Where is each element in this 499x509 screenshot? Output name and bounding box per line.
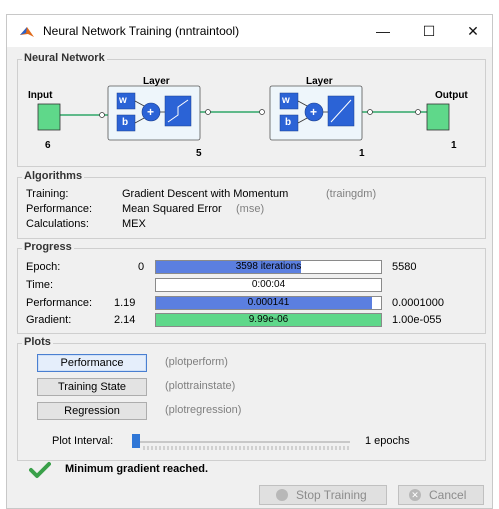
- cancel-label: Cancel: [429, 488, 467, 502]
- status-message: Minimum gradient reached.: [65, 463, 209, 475]
- network-diagram: [37, 85, 450, 141]
- plot-interval-slider[interactable]: [130, 432, 354, 454]
- matlab-logo-icon: [20, 27, 34, 37]
- layer2-sum-icon: +: [310, 105, 318, 119]
- performance-label: Performance:: [26, 297, 93, 309]
- epoch-end: 5580: [392, 261, 417, 273]
- performance-progress-bar: 0.000141: [155, 296, 382, 310]
- algorithms-panel: Algorithms Training: Gradient Descent wi…: [17, 170, 486, 239]
- training-label: Training:: [26, 188, 69, 200]
- close-button[interactable]: ✕: [453, 19, 493, 43]
- input-size: 6: [45, 140, 51, 151]
- stop-training-label: Stop Training: [296, 488, 367, 502]
- progress-panel: Progress Epoch: 0 3598 iterations 5580 T…: [17, 241, 486, 334]
- training-hint: (traingdm): [326, 188, 377, 200]
- regression-plot-hint: (plotregression): [165, 404, 242, 416]
- stop-icon: [276, 489, 288, 501]
- output-node: [426, 103, 450, 131]
- performance-algo-value: Mean Squared Error: [122, 203, 222, 215]
- regression-plot-button[interactable]: Regression: [37, 402, 147, 420]
- gradient-progress-text: 9.99e-06: [248, 314, 289, 325]
- gradient-label: Gradient:: [26, 314, 72, 326]
- layer2-bias-label: b: [285, 117, 292, 128]
- neural-network-panel: Neural Network Input 6 Layer w b + 5 Lay…: [17, 52, 486, 167]
- training-state-plot-button[interactable]: Training State: [37, 378, 147, 396]
- input-node: [37, 103, 61, 131]
- output-label: Output: [435, 90, 468, 101]
- performance-progress-text: 0.000141: [247, 297, 290, 308]
- layer1-sum-icon: +: [147, 105, 155, 119]
- layer2-weight-label: w: [282, 95, 290, 106]
- checkmark-icon: [29, 462, 51, 478]
- plot-interval-label: Plot Interval:: [52, 435, 114, 447]
- calculations-label: Calculations:: [26, 218, 89, 230]
- time-progress-text: 0:00:04: [251, 279, 286, 290]
- layer2-title: Layer: [306, 76, 333, 87]
- gradient-end: 1.00e-055: [392, 314, 442, 326]
- gradient-progress-bar: 9.99e-06: [155, 313, 382, 327]
- performance-algo-hint: (mse): [236, 203, 265, 215]
- cancel-icon: ✕: [409, 489, 421, 501]
- performance-plot-hint: (plotperform): [165, 356, 228, 368]
- plot-interval-track: [132, 434, 350, 450]
- plots-title: Plots: [22, 336, 53, 348]
- epoch-start: 0: [138, 261, 145, 273]
- nntraintool-window: Neural Network Training (nntraintool) — …: [6, 14, 493, 509]
- time-label: Time:: [26, 279, 54, 291]
- stop-training-button[interactable]: Stop Training: [259, 485, 387, 505]
- layer1-title: Layer: [143, 76, 170, 87]
- maximize-button[interactable]: ☐: [409, 19, 449, 43]
- plots-panel: Plots Performance (plotperform) Training…: [17, 336, 486, 461]
- input-label: Input: [28, 90, 53, 101]
- layer1-size: 5: [196, 148, 202, 159]
- gradient-start: 2.14: [114, 314, 136, 326]
- training-value: Gradient Descent with Momentum: [122, 188, 289, 200]
- progress-title: Progress: [22, 241, 74, 253]
- training-state-plot-hint: (plottrainstate): [165, 380, 236, 392]
- performance-start: 1.19: [114, 297, 136, 309]
- performance-end: 0.0001000: [392, 297, 444, 309]
- output-size: 1: [451, 140, 457, 151]
- plot-interval-value: 1 epochs: [365, 435, 410, 447]
- title-bar: Neural Network Training (nntraintool) — …: [7, 15, 492, 47]
- layer1-bias-label: b: [122, 117, 129, 128]
- minimize-button[interactable]: —: [363, 19, 403, 43]
- calculations-value: MEX: [122, 218, 146, 230]
- performance-algo-label: Performance:: [26, 203, 93, 215]
- epoch-progress-text: 3598 iterations: [235, 261, 302, 272]
- epoch-label: Epoch:: [26, 261, 61, 273]
- performance-plot-button[interactable]: Performance: [37, 354, 147, 372]
- epoch-progress-bar: 3598 iterations: [155, 260, 382, 274]
- algorithms-title: Algorithms: [22, 170, 85, 182]
- layer1-weight-label: w: [119, 95, 127, 106]
- time-progress-bar: 0:00:04: [155, 278, 382, 292]
- cancel-button[interactable]: ✕ Cancel: [398, 485, 484, 505]
- window-title: Neural Network Training (nntraintool): [43, 24, 240, 38]
- layer2-size: 1: [359, 148, 365, 159]
